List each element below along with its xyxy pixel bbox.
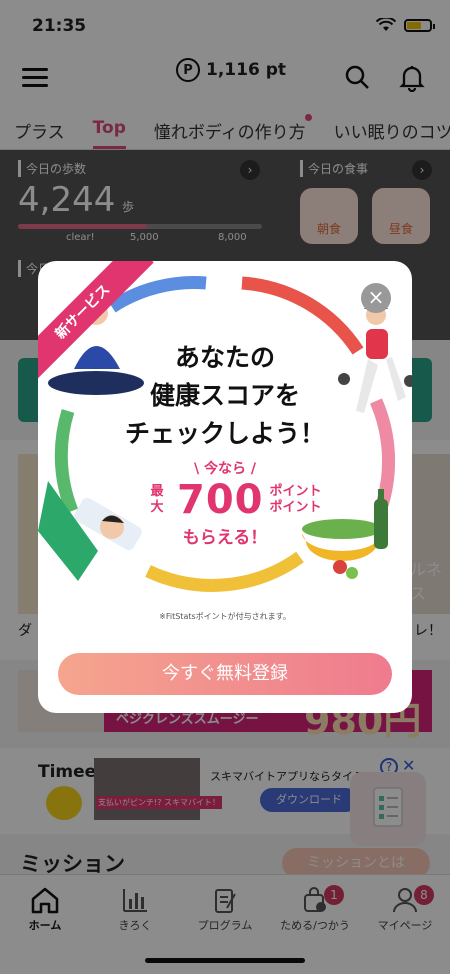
max-label-1: 最 <box>150 484 164 499</box>
offer-points-number: 700 <box>177 477 264 523</box>
get-label: もらえる！ <box>182 528 268 548</box>
now-label-wrap: \ 今なら / <box>38 458 412 478</box>
max-label: 最 大 <box>143 484 171 516</box>
headline-line-1: あなたの <box>174 343 275 372</box>
points-word: ポイント ポイント <box>270 484 322 516</box>
headline-line-2: 健康スコアを <box>149 381 300 410</box>
now-slash-left: \ <box>194 461 204 477</box>
points-offer: 最 大 700 ポイント ポイント <box>143 477 322 523</box>
health-score-modal: 新サービス × あなたの 健康スコアを チェックしよう！ \ 今なら / 最 大… <box>38 261 412 713</box>
points-note: ※FitStatsポイントが付与されます。 <box>159 612 291 621</box>
register-now-button[interactable]: 今すぐ無料登録 <box>58 653 392 695</box>
points-word-2: ポイント <box>269 500 322 515</box>
close-icon[interactable]: × <box>361 283 391 313</box>
now-label: 今なら <box>204 461 246 477</box>
max-label-2: 大 <box>150 500 164 515</box>
modal-headline: あなたの 健康スコアを チェックしよう！ <box>98 339 352 453</box>
now-slash-right: / <box>246 461 256 477</box>
headline-line-3: チェックしよう！ <box>124 419 325 448</box>
points-word-1: ポイント <box>269 484 322 499</box>
